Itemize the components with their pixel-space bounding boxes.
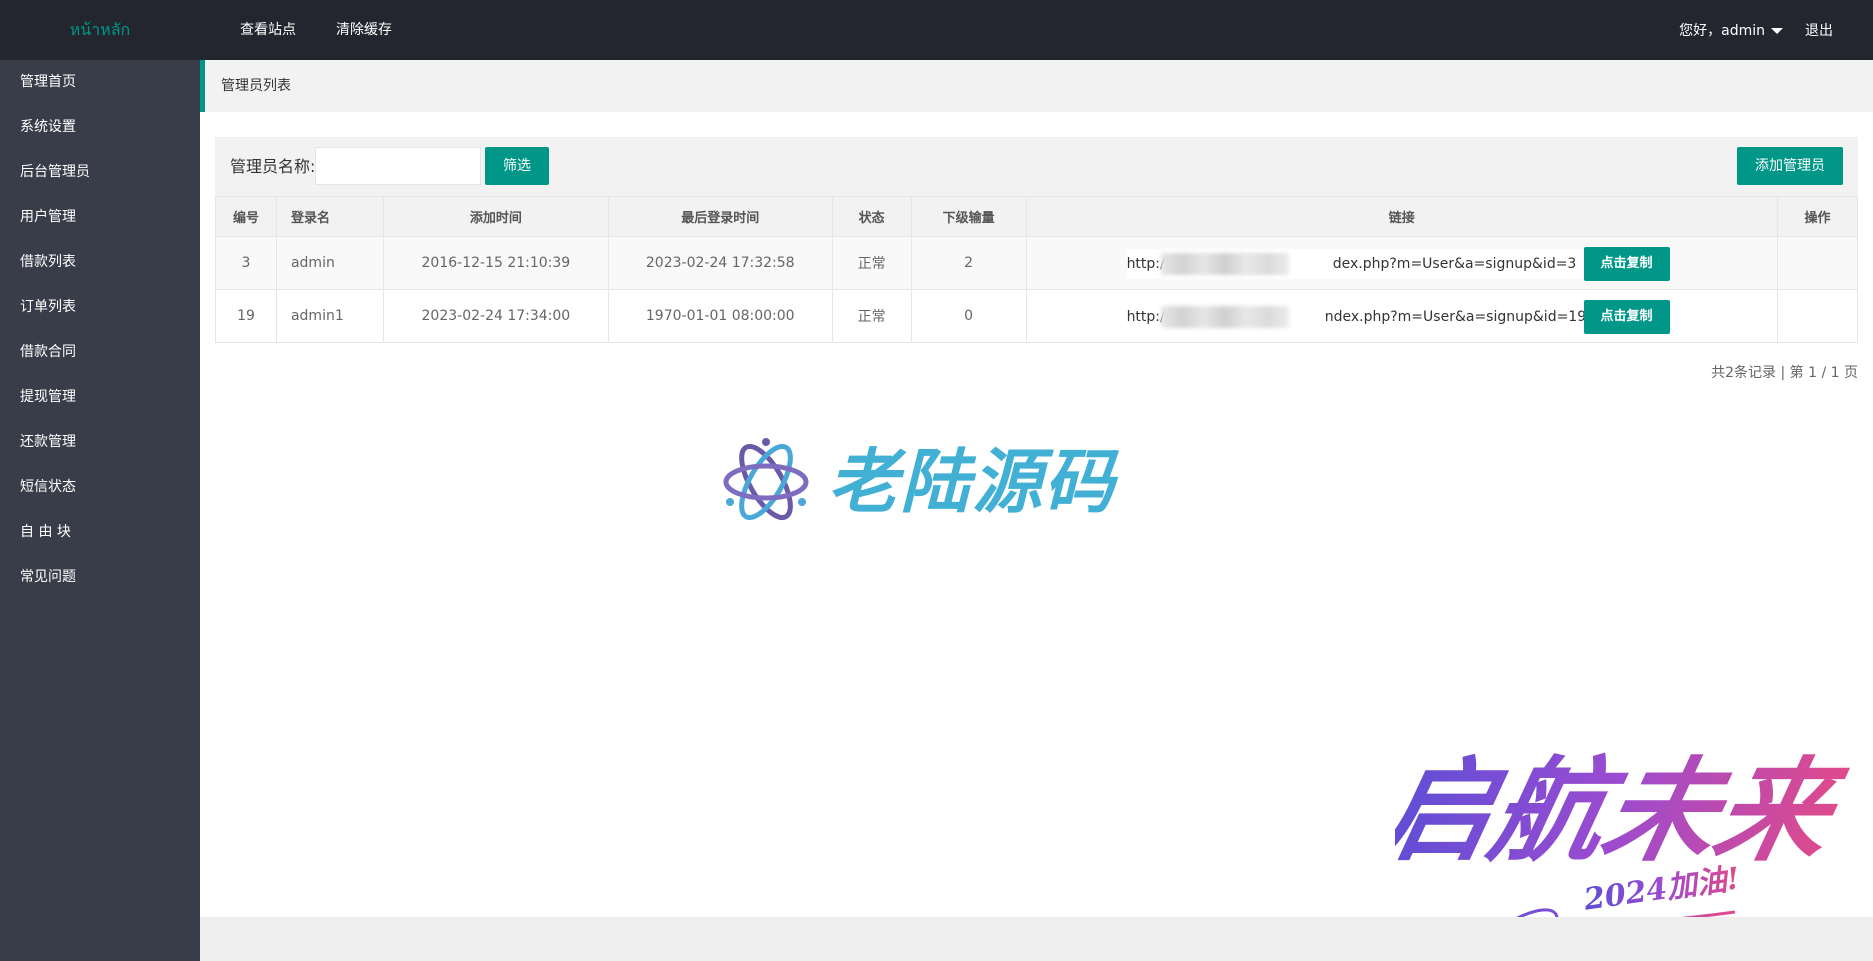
signup-link-textarea[interactable]: http:/ ndex.php?m=User&a=signup&id=19 [1126,302,1603,332]
clear-cache-link[interactable]: 清除缓存 [336,0,392,60]
redaction-blur [1160,253,1289,275]
cell-actions [1777,236,1858,290]
user-menu[interactable]: 您好，admin [1679,20,1783,40]
col-login[interactable]: 登录名 [275,196,384,237]
table-row: 19 admin1 2023-02-24 17:34:00 1970-01-01… [215,289,1858,343]
cell-added: 2023-02-24 17:34:00 [382,289,609,343]
top-nav: 查看站点 清除缓存 [240,0,432,60]
sidebar-item-contracts[interactable]: 借款合同 [0,330,200,375]
admin-name-input[interactable] [315,147,481,185]
col-id[interactable]: 编号 [215,196,277,237]
user-area: 您好，admin 退出 [1679,0,1833,60]
col-subordinates[interactable]: 下级输量 [910,196,1027,237]
page-title: 管理员列表 [221,78,291,94]
user-greeting: 您好，admin [1679,23,1765,39]
copy-link-button[interactable]: 点击复制 [1583,300,1670,334]
view-site-link[interactable]: 查看站点 [240,0,296,60]
logout-link[interactable]: 退出 [1805,20,1833,40]
watermark-text: 老陆源码 [828,441,1116,523]
cell-id: 19 [215,289,277,343]
cell-last-login: 1970-01-01 08:00:00 [607,289,833,343]
link-suffix: dex.php?m=User&a=signup&id=3 [1332,256,1577,272]
filter-button[interactable]: 筛选 [485,147,549,185]
filter-toolbar: 管理员名称: 筛选 添加管理员 [215,137,1858,197]
cell-id: 3 [215,236,277,290]
top-bar: หน้าหลัก 查看站点 清除缓存 您好，admin 退出 [0,0,1873,60]
cell-subordinates: 0 [910,289,1027,343]
breadcrumb: 管理员列表 [200,60,1873,112]
sidebar-item-blocks[interactable]: 自 由 块 [0,510,200,555]
sidebar-item-sms[interactable]: 短信状态 [0,465,200,510]
cell-link: http:/ dex.php?m=User&a=signup&id=3 点击复制 [1025,236,1779,290]
sidebar-item-orders[interactable]: 订单列表 [0,285,200,330]
copy-link-button[interactable]: 点击复制 [1583,247,1670,281]
sidebar: 管理首页 系统设置 后台管理员 用户管理 借款列表 订单列表 借款合同 提现管理… [0,60,200,961]
link-suffix: ndex.php?m=User&a=signup&id=19 [1324,309,1587,325]
logo[interactable]: หน้าหลัก [0,0,200,60]
cell-login: admin [275,236,384,290]
col-status[interactable]: 状态 [831,196,912,237]
cell-actions [1777,289,1858,343]
pagination-info: 共2条记录 | 第 1 / 1 页 [1711,365,1858,381]
cell-subordinates: 2 [910,236,1027,290]
cell-status: 正常 [831,289,912,343]
atom-logo-icon [723,438,809,521]
footer [200,917,1873,961]
col-link[interactable]: 链接 [1025,196,1779,237]
redaction-blur [1160,306,1289,328]
sidebar-item-withdrawals[interactable]: 提现管理 [0,375,200,420]
col-added[interactable]: 添加时间 [382,196,609,237]
cell-last-login: 2023-02-24 17:32:58 [607,236,833,290]
calligraphy-watermark: 启航未来 2024加油! [1395,745,1855,942]
table-row: 3 admin 2016-12-15 21:10:39 2023-02-24 1… [215,236,1858,290]
cell-added: 2016-12-15 21:10:39 [382,236,609,290]
cell-login: admin1 [275,289,384,343]
sidebar-item-admins[interactable]: 后台管理员 [0,150,200,195]
link-prefix: http:/ [1126,309,1165,325]
sidebar-item-settings[interactable]: 系统设置 [0,105,200,150]
admin-name-label: 管理员名称: [230,157,316,176]
col-last-login[interactable]: 最后登录时间 [607,196,833,237]
sidebar-item-loans[interactable]: 借款列表 [0,240,200,285]
sidebar-item-home[interactable]: 管理首页 [0,60,200,105]
add-admin-button[interactable]: 添加管理员 [1737,147,1843,185]
sidebar-item-faq[interactable]: 常见问题 [0,555,200,600]
col-actions[interactable]: 操作 [1777,196,1858,237]
link-prefix: http:/ [1126,256,1165,272]
cell-status: 正常 [831,236,912,290]
cell-link: http:/ ndex.php?m=User&a=signup&id=19 点击复… [1025,289,1779,343]
sidebar-item-users[interactable]: 用户管理 [0,195,200,240]
signup-link-textarea[interactable]: http:/ dex.php?m=User&a=signup&id=3 [1126,249,1603,279]
caret-down-icon [1771,28,1783,34]
sidebar-item-repayments[interactable]: 还款管理 [0,420,200,465]
admin-table: 编号 登录名 添加时间 最后登录时间 状态 下级输量 链接 操作 3 admin… [215,196,1858,343]
table-header: 编号 登录名 添加时间 最后登录时间 状态 下级输量 链接 操作 [215,196,1858,237]
calligraphy-text: 启航未来 [1395,745,1855,877]
watermark-logo: 老陆源码 [718,434,1158,530]
